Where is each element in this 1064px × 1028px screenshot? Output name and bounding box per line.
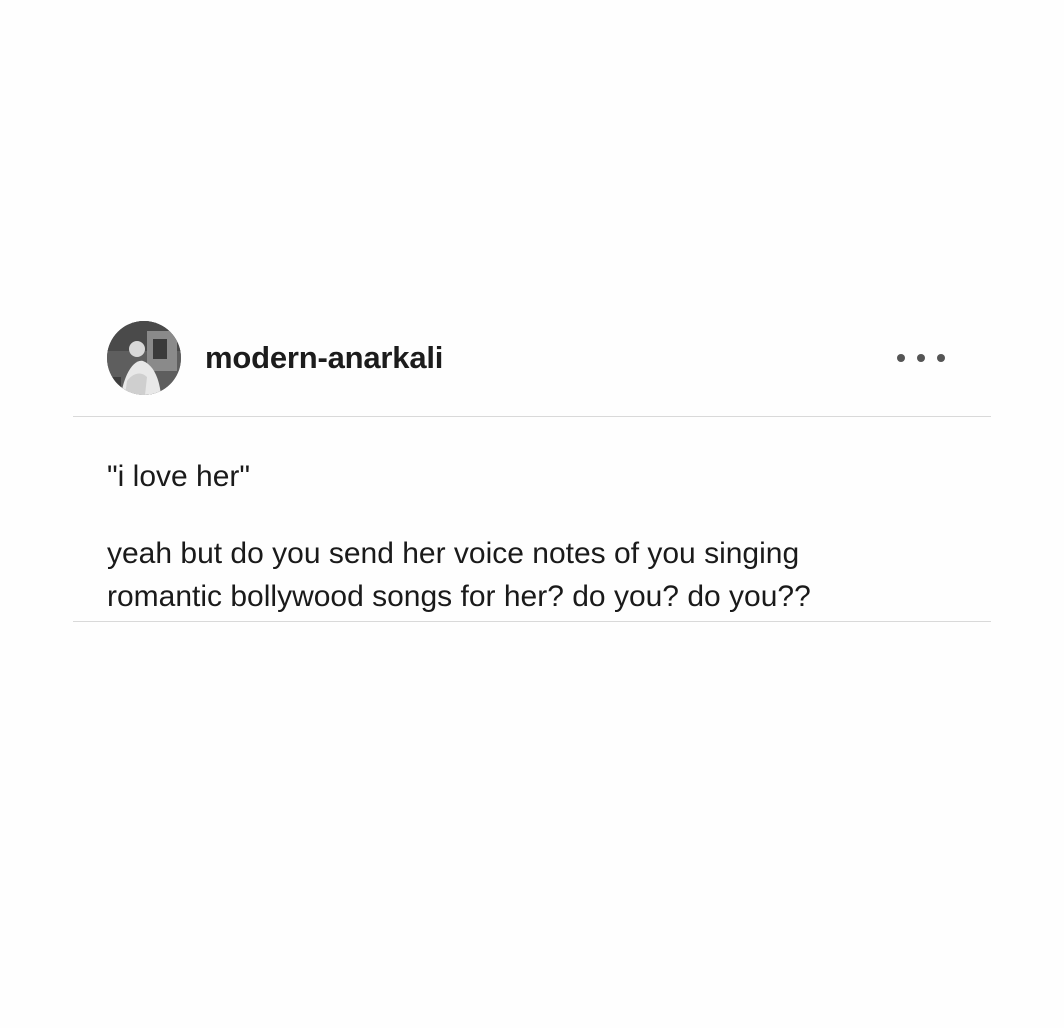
post-text-line: yeah but do you send her voice notes of … <box>107 537 800 570</box>
more-options-icon-dot-3 <box>937 354 945 362</box>
post-card: modern-anarkali "i love her" yeah but do… <box>73 318 991 622</box>
post-text-line: romantic bollywood songs for her? do you… <box>107 580 811 613</box>
username[interactable]: modern-anarkali <box>205 340 443 376</box>
post-body: "i love her" yeah but do you send her vo… <box>73 417 991 622</box>
more-options-icon-dot-2 <box>917 354 925 362</box>
post-header: modern-anarkali <box>73 318 991 417</box>
avatar[interactable] <box>107 321 181 395</box>
more-options-button[interactable] <box>897 346 945 370</box>
more-options-icon <box>897 354 905 362</box>
post-quote-text: "i love her" <box>107 460 251 493</box>
avatar-photo-icon <box>107 321 181 395</box>
